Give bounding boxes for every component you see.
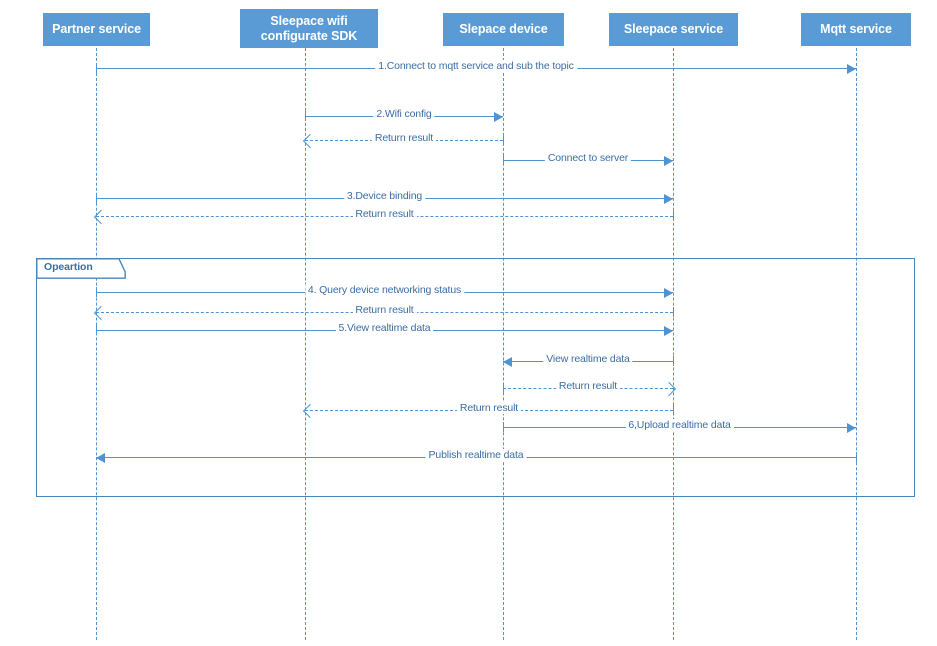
message-arrowhead-m13 — [847, 422, 856, 433]
message-label-m7: 4. Query device networking status — [304, 284, 465, 296]
message-origin-tick-m6 — [673, 211, 674, 221]
participant-label: Sleepace wifi configurate SDK — [260, 14, 358, 43]
message-arrowhead-m9 — [664, 325, 673, 336]
participant-label: Mqtt service — [820, 22, 892, 37]
message-arrowhead-m14 — [96, 452, 105, 463]
message-label-m1: 1.Connect to mqtt service and sub the to… — [375, 60, 577, 72]
message-origin-tick-m3 — [503, 135, 504, 145]
message-arrowhead-m4 — [664, 155, 673, 166]
message-label-m5: 3.Device binding — [343, 190, 426, 202]
message-arrowhead-m1 — [847, 63, 856, 74]
message-label-m10: View realtime data — [543, 353, 633, 365]
participant-box-partner[interactable]: Partner service — [43, 13, 150, 46]
message-label-m11: Return result — [555, 380, 621, 392]
message-origin-tick-m11 — [503, 383, 504, 393]
message-origin-tick-m2 — [305, 111, 306, 121]
participant-box-sleepace_service[interactable]: Sleepace service — [609, 13, 738, 46]
message-origin-tick-m8 — [673, 307, 674, 317]
frame-label-operation-frame: Opeartion — [36, 258, 126, 279]
participant-box-device[interactable]: Slepace device — [443, 13, 564, 46]
message-label-m9: 5.View realtime data — [335, 322, 434, 334]
message-label-m3: Return result — [371, 132, 437, 144]
message-label-m8: Return result — [352, 304, 417, 316]
participant-label: Sleepace service — [623, 22, 724, 37]
message-arrowhead-m7 — [664, 287, 673, 298]
message-origin-tick-m4 — [503, 155, 504, 165]
frame-label-text: Opeartion — [44, 261, 93, 273]
message-arrowhead-m2 — [494, 111, 503, 122]
message-label-m12: Return result — [456, 402, 522, 414]
message-origin-tick-m14 — [856, 452, 857, 462]
message-origin-tick-m13 — [503, 422, 504, 432]
message-arrowhead-m10 — [503, 356, 512, 367]
message-arrowhead-m5 — [664, 193, 673, 204]
sequence-diagram-canvas: Opeartion 1.Connect to mqtt service and … — [0, 0, 937, 646]
frame-operation-frame — [36, 258, 915, 497]
message-origin-tick-m5 — [96, 193, 97, 203]
message-origin-tick-m9 — [96, 325, 97, 335]
participant-box-sdk[interactable]: Sleepace wifi configurate SDK — [240, 9, 378, 48]
message-label-m4: Connect to server — [544, 152, 632, 164]
message-origin-tick-m7 — [96, 287, 97, 297]
message-label-m13: 6,Upload realtime data — [625, 419, 734, 431]
participant-label: Partner service — [52, 22, 141, 37]
message-origin-tick-m10 — [673, 356, 674, 366]
participant-box-mqtt[interactable]: Mqtt service — [801, 13, 911, 46]
message-origin-tick-m12 — [673, 405, 674, 415]
message-label-m2: 2.Wifi config — [373, 108, 435, 120]
message-label-m6: Return result — [352, 208, 417, 220]
participant-label: Slepace device — [459, 22, 548, 37]
message-origin-tick-m1 — [96, 63, 97, 73]
message-label-m14: Publish realtime data — [425, 449, 527, 461]
